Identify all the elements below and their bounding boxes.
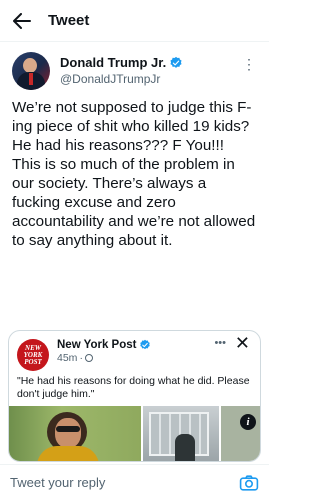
tweet-header: Donald Trump Jr. @DonaldJTrumpJr ⋮ [0, 42, 269, 90]
verified-badge-icon [170, 56, 182, 68]
quoted-timestamp[interactable]: 45m [57, 352, 77, 364]
reply-bar: Tweet your reply [0, 464, 269, 500]
author-name[interactable]: Donald Trump Jr. [60, 55, 166, 70]
author-block[interactable]: Donald Trump Jr. @DonaldJTrumpJr [60, 55, 183, 86]
page-title: Tweet [48, 12, 90, 29]
tweet-text: We’re not supposed to judge this F-ing p… [12, 99, 256, 249]
close-icon[interactable]: ✕ [235, 333, 250, 354]
quoted-media[interactable]: i [9, 406, 260, 461]
verified-badge-icon [140, 339, 151, 350]
camera-icon[interactable] [239, 474, 259, 491]
author-handle[interactable]: @DonaldJTrumpJr [60, 72, 183, 86]
media-photo-right[interactable]: i [221, 406, 260, 461]
media-photo-window[interactable] [143, 406, 219, 461]
quoted-tweet-card[interactable]: NEW YORK POST New York Post 45m · ••• ✕ … [8, 330, 261, 462]
quoted-author-name[interactable]: New York Post [57, 339, 136, 351]
quoted-text: "He had his reasons for doing what he di… [17, 375, 250, 400]
more-options-icon[interactable]: ⋮ [242, 56, 257, 73]
audience-globe-icon [84, 354, 93, 362]
new-york-post-logo[interactable]: NEW YORK POST [17, 339, 49, 371]
back-arrow-icon[interactable] [0, 0, 44, 42]
separator-dot: · [79, 352, 83, 364]
top-bar: Tweet [0, 0, 269, 42]
reply-input[interactable]: Tweet your reply [10, 475, 239, 490]
info-icon[interactable]: i [240, 414, 256, 430]
media-photo-woman[interactable] [9, 406, 141, 461]
quoted-more-icon[interactable]: ••• [214, 337, 226, 349]
avatar[interactable] [12, 52, 50, 90]
